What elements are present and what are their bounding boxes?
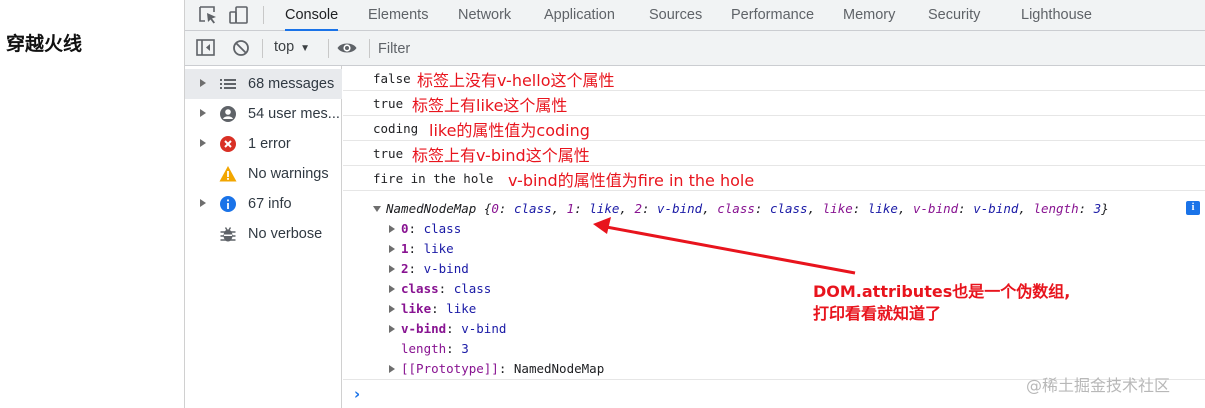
toolbar-divider — [263, 6, 264, 24]
page-title: 穿越火线 — [6, 33, 83, 55]
object-name: NamedNodeMap — [386, 201, 477, 216]
bug-icon — [220, 227, 236, 242]
annotation-line: 打印看看就知道了 — [813, 304, 942, 323]
context-select[interactable]: top ▼ — [274, 39, 310, 55]
expand-arrow-icon[interactable] — [200, 199, 206, 207]
sidebar-item-label: 68 messages — [248, 76, 335, 92]
tab-security[interactable]: Security — [928, 0, 980, 31]
tab-sources[interactable]: Sources — [649, 0, 702, 31]
property-row[interactable]: like: like — [389, 301, 604, 321]
expand-arrow-icon[interactable] — [389, 265, 395, 273]
sidebar-item-label: 1 error — [248, 136, 291, 152]
expand-arrow-icon[interactable] — [389, 285, 395, 293]
device-toolbar-icon[interactable] — [228, 5, 250, 25]
toolbar-divider — [262, 39, 263, 58]
expand-arrow-icon[interactable] — [389, 365, 395, 373]
console-message: false 标签上没有v-hello这个属性 — [343, 66, 1205, 91]
property-row[interactable]: 0: class — [389, 221, 604, 241]
clear-console-icon[interactable] — [230, 38, 252, 58]
expand-arrow-icon[interactable] — [200, 139, 206, 147]
tab-performance[interactable]: Performance — [731, 0, 814, 31]
sidebar-item-label: No warnings — [248, 166, 329, 182]
sidebar-toggle-icon[interactable] — [195, 38, 217, 58]
tab-network[interactable]: Network — [458, 0, 511, 31]
error-icon — [220, 136, 236, 152]
log-value: true — [373, 96, 404, 111]
expand-arrow-icon[interactable] — [389, 325, 395, 333]
tab-elements[interactable]: Elements — [368, 0, 428, 31]
property-tree: 0: class 1: like 2: v-bind class: class … — [389, 221, 604, 381]
expand-arrow-icon[interactable] — [389, 305, 395, 313]
expand-arrow-icon[interactable] — [389, 225, 395, 233]
annotation-text: DOM.attributes也是一个伪数组, 打印看看就知道了 — [813, 281, 1070, 325]
log-annotation: like的属性值为coding — [429, 121, 590, 140]
live-expression-eye-icon[interactable] — [336, 38, 358, 58]
sidebar-item-label: 67 info — [248, 196, 292, 212]
property-row[interactable]: 1: like — [389, 241, 604, 261]
log-value: fire in the hole — [373, 171, 494, 186]
property-row[interactable]: 2: v-bind — [389, 261, 604, 281]
context-select-value: top — [274, 39, 295, 55]
console-message: coding like的属性值为coding — [343, 116, 1205, 141]
console-toolbar: top ▼ — [185, 31, 1205, 66]
annotation-line: DOM.attributes也是一个伪数组, — [813, 282, 1071, 301]
tab-application[interactable]: Application — [544, 0, 615, 31]
log-value: true — [373, 146, 404, 161]
sidebar-item-warnings[interactable]: No warnings — [185, 159, 342, 189]
log-annotation: 标签上没有v-hello这个属性 — [417, 71, 615, 90]
expand-arrow-icon[interactable] — [200, 79, 206, 87]
sidebar-item-label: 54 user mes... — [248, 106, 340, 122]
log-annotation: 标签上有like这个属性 — [412, 96, 568, 115]
watermark: @稀土掘金技术社区 — [1026, 376, 1171, 395]
info-icon — [220, 196, 236, 212]
property-row-length: length: 3 — [401, 341, 469, 356]
object-preview: {0: class, 1: like, 2: v-bind, class: cl… — [483, 201, 1109, 216]
devtools-panel: Console Elements Network Application Sou… — [184, 0, 1205, 408]
devtools-tab-bar: Console Elements Network Application Sou… — [185, 0, 1205, 31]
inspect-element-icon[interactable] — [197, 5, 219, 25]
prompt-chevron-icon: › — [354, 385, 361, 403]
collapse-arrow-icon[interactable] — [373, 206, 381, 212]
sidebar-item-messages[interactable]: 68 messages — [185, 69, 342, 99]
expand-arrow-icon[interactable] — [389, 245, 395, 253]
sidebar-item-label: No verbose — [248, 226, 323, 242]
user-icon — [220, 106, 236, 122]
console-sidebar: 68 messages 54 user mes... 1 error No wa… — [185, 66, 342, 408]
warning-icon — [219, 166, 237, 182]
toolbar-divider — [369, 39, 370, 58]
log-annotation: v-bind的属性值为fire in the hole — [508, 171, 755, 190]
console-output: false 标签上没有v-hello这个属性 true 标签上有like这个属性… — [343, 66, 1205, 408]
log-value: false — [373, 71, 411, 86]
tab-lighthouse[interactable]: Lighthouse — [1021, 0, 1092, 31]
console-message: fire in the hole v-bind的属性值为fire in the … — [343, 166, 1205, 191]
tab-memory[interactable]: Memory — [843, 0, 895, 31]
sidebar-item-info[interactable]: 67 info — [185, 189, 342, 219]
sidebar-item-errors[interactable]: 1 error — [185, 129, 342, 159]
toolbar-divider — [328, 39, 329, 58]
namednodemap-header[interactable]: NamedNodeMap {0: class, 1: like, 2: v-bi… — [373, 201, 1109, 216]
console-message: true 标签上有v-bind这个属性 — [343, 141, 1205, 166]
filter-input[interactable] — [378, 37, 1198, 60]
log-value: coding — [373, 121, 419, 136]
console-message: true 标签上有like这个属性 — [343, 91, 1205, 116]
dropdown-arrow-icon: ▼ — [300, 43, 311, 54]
sidebar-item-verbose[interactable]: No verbose — [185, 219, 342, 249]
property-row[interactable]: class: class — [389, 281, 604, 301]
property-row[interactable]: v-bind: v-bind — [389, 321, 604, 341]
info-badge-icon[interactable]: i — [1186, 201, 1200, 215]
expand-arrow-icon[interactable] — [200, 109, 206, 117]
list-icon — [220, 79, 236, 89]
sidebar-item-user-messages[interactable]: 54 user mes... — [185, 99, 342, 129]
log-annotation: 标签上有v-bind这个属性 — [412, 146, 590, 165]
tab-console[interactable]: Console — [285, 0, 339, 31]
prototype-row[interactable]: [[Prototype]]: NamedNodeMap — [389, 361, 604, 381]
